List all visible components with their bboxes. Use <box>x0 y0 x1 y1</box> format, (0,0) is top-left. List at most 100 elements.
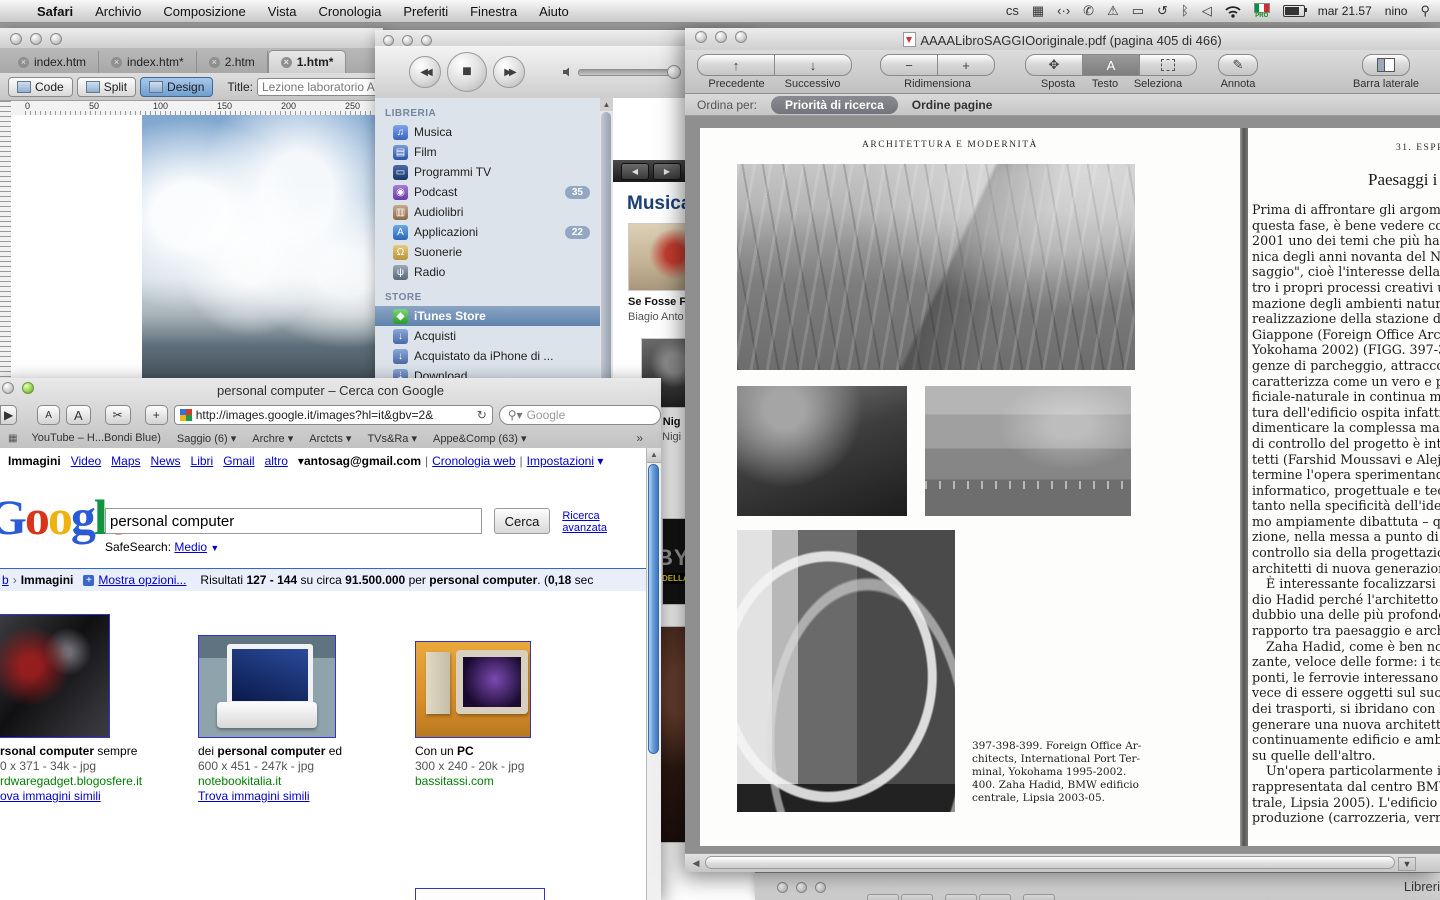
design-view-button[interactable]: Design <box>140 77 213 97</box>
bookmark-item[interactable]: Appe&Comp (63) ▾ <box>433 432 527 445</box>
close-button[interactable] <box>777 882 788 893</box>
scrollbar-thumb[interactable] <box>705 856 1395 869</box>
album-artist[interactable]: Biagio Anto <box>628 311 684 323</box>
bookmarks-grid-icon[interactable]: ▦ <box>8 433 17 444</box>
breadcrumb-web-link[interactable]: b <box>2 573 9 587</box>
sidebar-library-item[interactable]: ψ Radio <box>375 262 600 282</box>
scrollbar-thumb[interactable] <box>601 112 611 412</box>
google-nav-link[interactable]: Libri <box>191 454 214 468</box>
toolbar-button[interactable] <box>945 894 977 900</box>
google-search-button[interactable]: Cerca <box>494 508 551 534</box>
editor-titlebar[interactable] <box>0 28 383 48</box>
google-nav-link[interactable]: Video <box>71 454 101 468</box>
similar-images-link[interactable]: ova immagini simili <box>0 789 170 804</box>
advanced-search-link[interactable]: Ricerca avanzata <box>562 510 647 534</box>
reload-icon[interactable]: ↻ <box>477 408 487 422</box>
store-back-button[interactable]: ◀ <box>621 163 649 180</box>
status-icon[interactable]: ᴄs <box>1006 0 1019 22</box>
status-icon[interactable]: ‹·› <box>1057 0 1070 22</box>
volume-slider[interactable] <box>578 69 680 76</box>
zoom-out-button[interactable]: − <box>880 54 938 76</box>
safari-vertical-scrollbar[interactable]: ▲ <box>646 448 661 900</box>
menu-item[interactable]: Archivio <box>84 4 152 19</box>
status-icon[interactable]: ▭ <box>1132 0 1144 22</box>
close-button[interactable] <box>383 35 394 46</box>
pdf-content-area[interactable]: ARCHITETTURA E MODERNITÀ 397-398-399. Fo… <box>685 116 1440 854</box>
code-view-button[interactable]: Code <box>8 77 73 97</box>
background-window-titlebar[interactable]: Libreri <box>755 872 1440 900</box>
sidebar-store-item[interactable]: ◆ iTunes Store <box>375 306 600 326</box>
sidebar-library-item[interactable]: ▭ Programmi TV <box>375 162 600 182</box>
image-thumbnail[interactable] <box>0 614 110 738</box>
document-tab[interactable]: × index.htm* <box>99 51 197 73</box>
text-tool-button[interactable]: A <box>1083 54 1140 76</box>
battery-icon[interactable] <box>1283 5 1305 17</box>
similar-images-link[interactable]: Trova immagini simili <box>198 789 368 804</box>
forward-button[interactable]: ▶ <box>0 405 17 425</box>
bookmarks-overflow-chevron[interactable]: » <box>636 431 661 445</box>
safari-titlebar[interactable]: personal computer – Cerca con Google <box>0 378 661 402</box>
minimize-button[interactable] <box>796 882 807 893</box>
close-tab-icon[interactable]: × <box>18 57 29 68</box>
sidebar-store-item[interactable]: ↓ Acquistato da iPhone di ... <box>375 346 600 366</box>
menu-clock[interactable]: mar 21.57 <box>1318 4 1372 18</box>
sidebar-store-item[interactable]: ↓ Acquisti <box>375 326 600 346</box>
keyboard-flag-icon[interactable]: PRO <box>1254 3 1270 19</box>
result-caption[interactable]: rsonal computer sempre <box>0 744 170 759</box>
sidebar-library-item[interactable]: ▤ Film <box>375 142 600 162</box>
sidebar-toggle-button[interactable] <box>1362 54 1410 76</box>
menu-item[interactable]: Vista <box>257 4 308 19</box>
close-button[interactable] <box>10 33 22 45</box>
google-nav-link[interactable]: Gmail <box>223 454 254 468</box>
user-menu[interactable]: nino <box>1385 4 1408 18</box>
bookmark-item[interactable]: Saggio (6) ▾ <box>177 432 236 445</box>
sort-by-page-order-button[interactable]: Ordine pagine <box>912 98 993 112</box>
result-caption[interactable]: Con un PC <box>415 744 565 759</box>
status-icon[interactable]: ✆ <box>1083 0 1094 22</box>
web-history-link[interactable]: Cronologia web <box>432 454 515 468</box>
preview-titlebar[interactable]: AAAALibroSAGGIOoriginale.pdf (pagina 405… <box>685 28 1440 50</box>
menu-item[interactable]: Aiuto <box>528 4 580 19</box>
scroll-up-arrow[interactable]: ▲ <box>647 448 661 463</box>
settings-arrow[interactable]: ▾ <box>597 454 603 468</box>
sidebar-library-item[interactable]: ◉ Podcast 35 <box>375 182 600 202</box>
wifi-icon[interactable] <box>1225 5 1241 18</box>
new-tab-button[interactable]: + <box>145 405 168 425</box>
sort-by-search-priority-button[interactable]: Priorità di ricerca <box>771 96 898 114</box>
scroll-up-arrow[interactable]: ▲ <box>600 98 613 111</box>
menu-item[interactable]: Safari <box>26 4 84 19</box>
volume-slider-thumb[interactable] <box>667 65 681 79</box>
bookmark-item[interactable]: Arctcts ▾ <box>309 432 351 445</box>
result-caption[interactable]: dei personal computer ed <box>198 744 368 759</box>
sidebar-library-item[interactable]: ♫ Musica <box>375 122 600 142</box>
google-nav-link[interactable]: Immagini <box>8 454 61 468</box>
scroll-left-arrow[interactable]: ◀ <box>689 857 703 869</box>
document-tab[interactable]: × 2.htm <box>197 51 268 73</box>
close-tab-icon[interactable]: × <box>281 57 292 68</box>
zoom-button[interactable] <box>815 882 826 893</box>
menu-item[interactable]: Cronologia <box>307 4 392 19</box>
show-options-link[interactable]: Mostra opzioni... <box>98 573 186 587</box>
google-nav-link[interactable]: Maps <box>111 454 140 468</box>
document-tab[interactable]: × 1.htm* <box>268 50 347 73</box>
hand-tool-button[interactable]: ✥ <box>1025 54 1083 76</box>
zoom-button[interactable] <box>421 35 432 46</box>
menu-item[interactable]: Finestra <box>459 4 528 19</box>
bookmark-item[interactable]: Archre ▾ <box>252 432 293 445</box>
google-nav-link[interactable]: altro <box>265 454 288 468</box>
web-clip-icon[interactable]: ✂ <box>105 405 131 425</box>
safesearch-level-link[interactable]: Medio <box>174 540 207 554</box>
text-smaller-button[interactable]: A <box>37 405 60 425</box>
annotate-button[interactable]: ✎ <box>1218 54 1259 76</box>
url-field[interactable]: http://images.google.it/images?hl=it&gbv… <box>174 405 493 425</box>
status-icon[interactable]: ᛒ <box>1181 0 1189 22</box>
spotlight-icon[interactable]: ⚲ <box>1420 0 1430 22</box>
image-thumbnail[interactable] <box>198 635 336 738</box>
sidebar-library-item[interactable]: Ω Suonerie <box>375 242 600 262</box>
menu-item[interactable]: Preferiti <box>392 4 459 19</box>
menu-item[interactable]: Composizione <box>152 4 256 19</box>
google-search-input[interactable] <box>105 508 482 534</box>
preview-horizontal-scrollbar[interactable]: ◀ ▼ <box>685 853 1440 872</box>
design-canvas[interactable] <box>11 115 383 378</box>
sidebar-library-item[interactable]: ▥ Audiolibri <box>375 202 600 222</box>
